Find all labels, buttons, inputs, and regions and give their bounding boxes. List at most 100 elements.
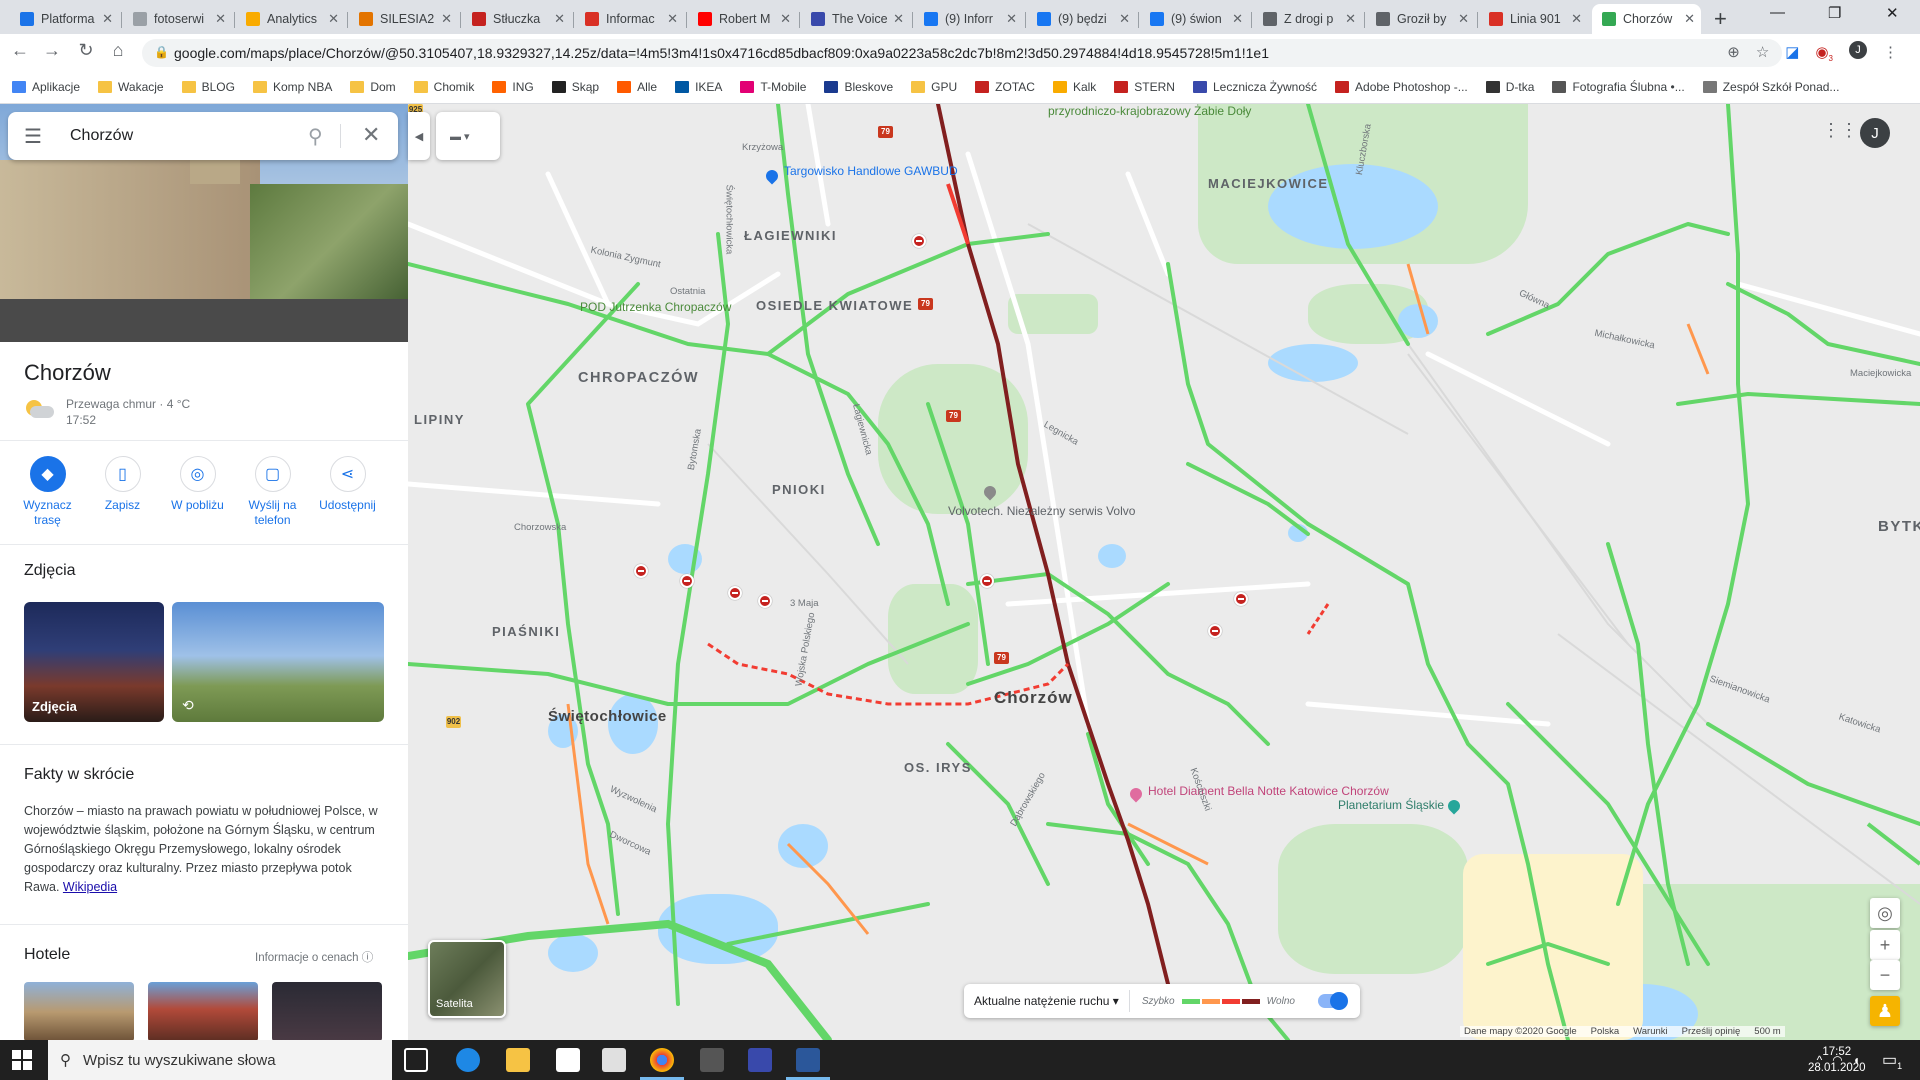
- road-closed-icon[interactable]: [1208, 624, 1222, 638]
- bookmark-item[interactable]: Wakacje: [98, 80, 164, 94]
- place-label[interactable]: Planetarium Śląskie: [1338, 798, 1444, 812]
- maximize-button[interactable]: ❐: [1828, 4, 1841, 22]
- tab-close-icon[interactable]: ✕: [893, 11, 904, 27]
- bookmark-item[interactable]: D-tka: [1485, 80, 1534, 94]
- tab-close-icon[interactable]: ✕: [1458, 11, 1469, 27]
- minimize-button[interactable]: —: [1770, 4, 1785, 21]
- save-button[interactable]: ▯ Zapisz: [85, 456, 160, 528]
- notification-icon[interactable]: ▭1: [1882, 1050, 1902, 1071]
- wikipedia-link[interactable]: Wikipedia: [63, 880, 117, 894]
- street-view-pegman-icon[interactable]: ♟: [1870, 996, 1900, 1026]
- bookmark-item[interactable]: Adobe Photoshop -...: [1335, 80, 1468, 94]
- store-icon[interactable]: [556, 1048, 580, 1072]
- browser-tab[interactable]: fotoserwi ✕: [123, 4, 232, 34]
- bookmark-item[interactable]: Komp NBA: [252, 80, 332, 94]
- hotel-thumbnail[interactable]: [24, 982, 134, 1040]
- browser-tab[interactable]: Groził by ✕: [1366, 4, 1475, 34]
- tab-close-icon[interactable]: ✕: [1232, 11, 1243, 27]
- send-to-phone-button[interactable]: ▢ Wyślij na telefon: [235, 456, 310, 528]
- satellite-toggle[interactable]: Satelita: [428, 940, 506, 1018]
- bookmark-star-icon[interactable]: ☆: [1756, 43, 1769, 63]
- zoom-out-button[interactable]: −: [1870, 960, 1900, 990]
- collapse-panel-button[interactable]: ◀: [408, 112, 430, 160]
- bookmark-item[interactable]: ZOTAC: [975, 80, 1035, 94]
- browser-tab[interactable]: Informac ✕: [575, 4, 684, 34]
- road-closed-icon[interactable]: [980, 574, 994, 588]
- tab-close-icon[interactable]: ✕: [554, 11, 565, 27]
- terms-link[interactable]: Warunki: [1633, 1026, 1668, 1037]
- browser-tab[interactable]: Chorzów ✕: [1592, 4, 1701, 34]
- browser-tab[interactable]: (9) świon ✕: [1140, 4, 1249, 34]
- windows-start-icon[interactable]: [12, 1050, 32, 1070]
- directions-button[interactable]: ◆ Wyznacz trasę: [10, 456, 85, 528]
- photo-thumbnail[interactable]: Zdjęcia: [24, 602, 164, 722]
- tab-close-icon[interactable]: ✕: [1571, 11, 1582, 27]
- traffic-mode-select[interactable]: Aktualne natężenie ruchu ▾: [964, 990, 1130, 1012]
- nearby-button[interactable]: ◎ W pobliżu: [160, 456, 235, 528]
- bookmark-item[interactable]: Fotografia Ślubna •...: [1552, 80, 1685, 94]
- browser-tab[interactable]: Analytics ✕: [236, 4, 345, 34]
- bookmark-item[interactable]: Alle: [617, 80, 657, 94]
- browser-tab[interactable]: Z drogi p ✕: [1253, 4, 1362, 34]
- account-avatar[interactable]: J: [1860, 118, 1890, 148]
- tab-close-icon[interactable]: ✕: [215, 11, 226, 27]
- new-tab-button[interactable]: +: [1714, 6, 1727, 32]
- task-view-icon[interactable]: [404, 1048, 428, 1072]
- forward-icon[interactable]: →: [40, 40, 64, 61]
- taskbar-search[interactable]: ⚲ Wpisz tu wyszukiwane słowa: [48, 1040, 392, 1080]
- my-location-icon[interactable]: ◎: [1870, 898, 1900, 928]
- zoom-in-button[interactable]: +: [1870, 930, 1900, 960]
- chrome-icon[interactable]: [650, 1048, 674, 1072]
- price-info-link[interactable]: Informacje o cenach ⓘ: [255, 949, 373, 965]
- mail-icon[interactable]: [602, 1048, 626, 1072]
- hotel-thumbnail[interactable]: [272, 982, 382, 1040]
- taskbar-clock[interactable]: 17:52 28.01.2020: [1808, 1044, 1866, 1076]
- file-explorer-icon[interactable]: [506, 1048, 530, 1072]
- install-icon[interactable]: ⊕: [1727, 43, 1740, 63]
- bookmark-item[interactable]: Bleskove: [824, 80, 893, 94]
- save-app-icon[interactable]: [748, 1048, 772, 1072]
- place-label[interactable]: Hotel Diament Bella Notte Katowice Chorz…: [1148, 784, 1389, 798]
- bookmark-item[interactable]: BLOG: [181, 80, 235, 94]
- close-window-button[interactable]: ✕: [1886, 4, 1899, 22]
- place-label[interactable]: POD Jutrzenka Chropaczów: [580, 300, 731, 314]
- word-icon[interactable]: [796, 1048, 820, 1072]
- feedback-link[interactable]: Prześlij opinię: [1682, 1026, 1741, 1037]
- browser-tab[interactable]: Platforma ✕: [10, 4, 119, 34]
- bookmark-item[interactable]: Kalk: [1052, 80, 1096, 94]
- map-canvas[interactable]: CHROPACZÓW OSIEDLE KWIATOWE ŁAGIEWNIKI L…: [408, 104, 1920, 1040]
- bookmark-item[interactable]: Aplikacje: [12, 80, 80, 94]
- bookmark-item[interactable]: Lecznicza Żywność: [1192, 80, 1317, 94]
- road-closed-icon[interactable]: [728, 586, 742, 600]
- calculator-icon[interactable]: [700, 1048, 724, 1072]
- street-view-thumbnail[interactable]: ⟲: [172, 602, 384, 722]
- tab-close-icon[interactable]: ✕: [328, 11, 339, 27]
- share-button[interactable]: ⋖ Udostępnij: [310, 456, 385, 528]
- browser-tab[interactable]: The Voice ✕: [801, 4, 910, 34]
- tab-close-icon[interactable]: ✕: [667, 11, 678, 27]
- edge-icon[interactable]: [456, 1048, 480, 1072]
- road-closed-icon[interactable]: [1234, 592, 1248, 606]
- tab-close-icon[interactable]: ✕: [102, 11, 113, 27]
- profile-avatar[interactable]: J: [1849, 41, 1867, 59]
- tab-close-icon[interactable]: ✕: [1119, 11, 1130, 27]
- bookmark-item[interactable]: Chomik: [413, 80, 474, 94]
- tab-close-icon[interactable]: ✕: [1006, 11, 1017, 27]
- bookmark-item[interactable]: T-Mobile: [740, 80, 806, 94]
- browser-tab[interactable]: Stłuczka ✕: [462, 4, 571, 34]
- extension-icon[interactable]: ◪: [1785, 43, 1799, 63]
- browser-tab[interactable]: Linia 901 ✕: [1479, 4, 1588, 34]
- browser-tab[interactable]: SILESIA2 ✕: [349, 4, 458, 34]
- clear-search-icon[interactable]: ✕: [362, 122, 380, 148]
- bookmark-item[interactable]: ING: [492, 80, 534, 94]
- tab-close-icon[interactable]: ✕: [1684, 11, 1695, 27]
- home-icon[interactable]: ⌂: [106, 40, 130, 61]
- back-icon[interactable]: ←: [8, 40, 32, 61]
- browser-menu-icon[interactable]: ⋮: [1883, 43, 1898, 63]
- layer-selector-button[interactable]: ▬ ▾: [436, 112, 500, 160]
- search-input[interactable]: [70, 127, 270, 145]
- road-closed-icon[interactable]: [634, 564, 648, 578]
- scale-label[interactable]: 500 m: [1754, 1026, 1780, 1037]
- place-label[interactable]: Targowisko Handlowe GAWBUD: [784, 164, 958, 178]
- road-closed-icon[interactable]: [680, 574, 694, 588]
